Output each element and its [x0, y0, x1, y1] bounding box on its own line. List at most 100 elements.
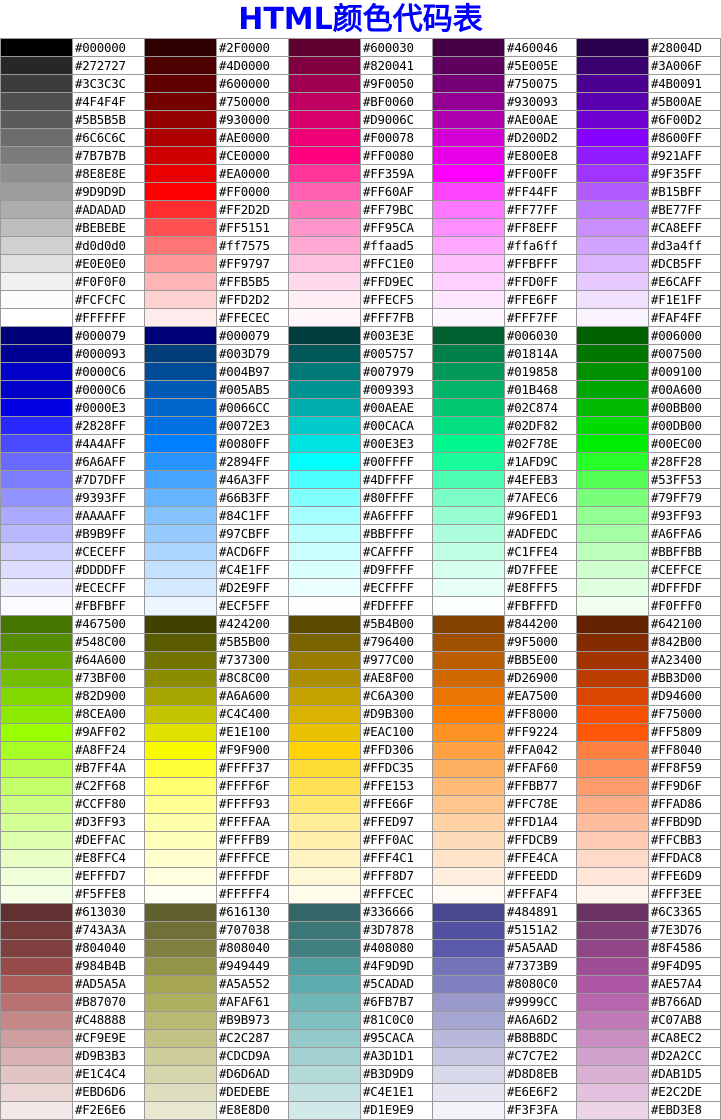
- color-code: #460046: [504, 37, 577, 58]
- color-swatch: [432, 110, 505, 130]
- color-code: #3A006F: [648, 56, 721, 76]
- color-swatch: [144, 542, 217, 562]
- color-swatch: [288, 416, 361, 436]
- color-code: #750000: [216, 92, 289, 112]
- color-code: #D6D6AD: [216, 1064, 289, 1084]
- color-code: #00BB00: [648, 398, 721, 418]
- color-row: #ADADAD #FF2D2D #FF79BC #FF77FF #BE77FF: [0, 200, 721, 220]
- color-swatch: [432, 236, 505, 256]
- color-swatch: [432, 758, 505, 778]
- color-swatch: [0, 1028, 73, 1048]
- color-code: #C1FFE4: [504, 542, 577, 562]
- color-swatch: [576, 650, 649, 670]
- color-code: #E6CAFF: [648, 272, 721, 292]
- color-swatch: [288, 776, 361, 796]
- color-code: #0080FF: [216, 434, 289, 454]
- color-code: #EBD6D6: [72, 1082, 145, 1102]
- color-code: #D9006C: [360, 110, 433, 130]
- color-swatch: [144, 416, 217, 436]
- color-swatch: [432, 380, 505, 400]
- color-code: #408080: [360, 938, 433, 958]
- color-row: #B7FF4A #FFFF37 #FFDC35 #FFAF60 #FF8F59: [0, 758, 721, 778]
- color-swatch: [144, 668, 217, 688]
- color-swatch: [288, 308, 361, 328]
- color-code-table: #000000 #2F0000 #600030 #460046 #28004D #2727…: [0, 37, 721, 1120]
- color-code: #737300: [216, 650, 289, 670]
- color-swatch: [576, 128, 649, 148]
- color-swatch: [0, 848, 73, 868]
- color-swatch: [288, 1010, 361, 1030]
- color-code: #FFD1A4: [504, 812, 577, 832]
- color-code: #642100: [648, 614, 721, 634]
- color-swatch: [0, 650, 73, 670]
- color-swatch: [432, 1100, 505, 1120]
- color-code: #5B5B00: [216, 632, 289, 652]
- color-code: #D200D2: [504, 128, 577, 148]
- color-code: #FF0080: [360, 146, 433, 166]
- color-code: #FF00FF: [504, 164, 577, 184]
- color-swatch: [144, 1046, 217, 1066]
- color-code: #5E005E: [504, 56, 577, 76]
- color-code: #E8FFF5: [504, 578, 577, 598]
- color-code: #000079: [216, 326, 289, 346]
- color-code: #D7FFEE: [504, 560, 577, 580]
- color-swatch: [288, 1064, 361, 1084]
- color-code: #BEBEBE: [72, 218, 145, 238]
- color-swatch: [288, 524, 361, 544]
- color-code: #4B0091: [648, 74, 721, 94]
- color-code: #AE00AE: [504, 110, 577, 130]
- color-code: #4F4F4F: [72, 92, 145, 112]
- color-code: #EBD3E8: [648, 1100, 721, 1120]
- color-code: #9F5000: [504, 632, 577, 652]
- color-swatch: [144, 254, 217, 274]
- color-code: #DDDDFF: [72, 560, 145, 580]
- color-swatch: [144, 56, 217, 76]
- color-code: #ff7575: [216, 236, 289, 256]
- color-swatch: [0, 1064, 73, 1084]
- color-swatch: [432, 704, 505, 724]
- color-code: #FFF4C1: [360, 848, 433, 868]
- color-code: #548C00: [72, 632, 145, 652]
- color-swatch: [432, 974, 505, 994]
- color-code: #7E3D76: [648, 920, 721, 940]
- color-swatch: [144, 992, 217, 1012]
- color-swatch: [288, 938, 361, 958]
- color-code: #4D0000: [216, 56, 289, 76]
- color-swatch: [432, 794, 505, 814]
- color-swatch: [432, 146, 505, 166]
- color-code: #6C6C6C: [72, 128, 145, 148]
- color-swatch: [288, 704, 361, 724]
- color-code: #B7FF4A: [72, 758, 145, 778]
- color-swatch: [0, 992, 73, 1012]
- color-code: #FFE66F: [360, 794, 433, 814]
- color-code: #336666: [360, 902, 433, 922]
- color-swatch: [576, 182, 649, 202]
- color-code: #C7C7E2: [504, 1046, 577, 1066]
- color-swatch: [0, 128, 73, 148]
- color-swatch: [432, 956, 505, 976]
- color-code: #F0F0F0: [72, 272, 145, 292]
- color-swatch: [288, 920, 361, 940]
- color-swatch: [0, 596, 73, 616]
- color-code: #ffa6ff: [504, 236, 577, 256]
- color-row: #E8FFC4 #FFFFCE #FFF4C1 #FFE4CA #FFDAC8: [0, 848, 721, 868]
- color-code: #E800E8: [504, 146, 577, 166]
- color-swatch: [432, 884, 505, 904]
- color-code: #003E3E: [360, 326, 433, 346]
- color-row: #A8FF24 #F9F900 #FFD306 #FFA042 #FF8040: [0, 740, 721, 760]
- color-code: #FFDCB9: [504, 830, 577, 850]
- color-swatch: [0, 956, 73, 976]
- color-swatch: [144, 956, 217, 976]
- color-swatch: [288, 596, 361, 616]
- color-swatch: [0, 668, 73, 688]
- color-code: #930000: [216, 110, 289, 130]
- color-code: #E6E6F2: [504, 1082, 577, 1102]
- color-swatch: [432, 92, 505, 112]
- color-code: #02F78E: [504, 434, 577, 454]
- color-swatch: [432, 182, 505, 202]
- color-code: #616130: [216, 902, 289, 922]
- color-swatch: [288, 740, 361, 760]
- color-swatch: [576, 362, 649, 382]
- color-code: #FFAD86: [648, 794, 721, 814]
- color-code: #FF95CA: [360, 218, 433, 238]
